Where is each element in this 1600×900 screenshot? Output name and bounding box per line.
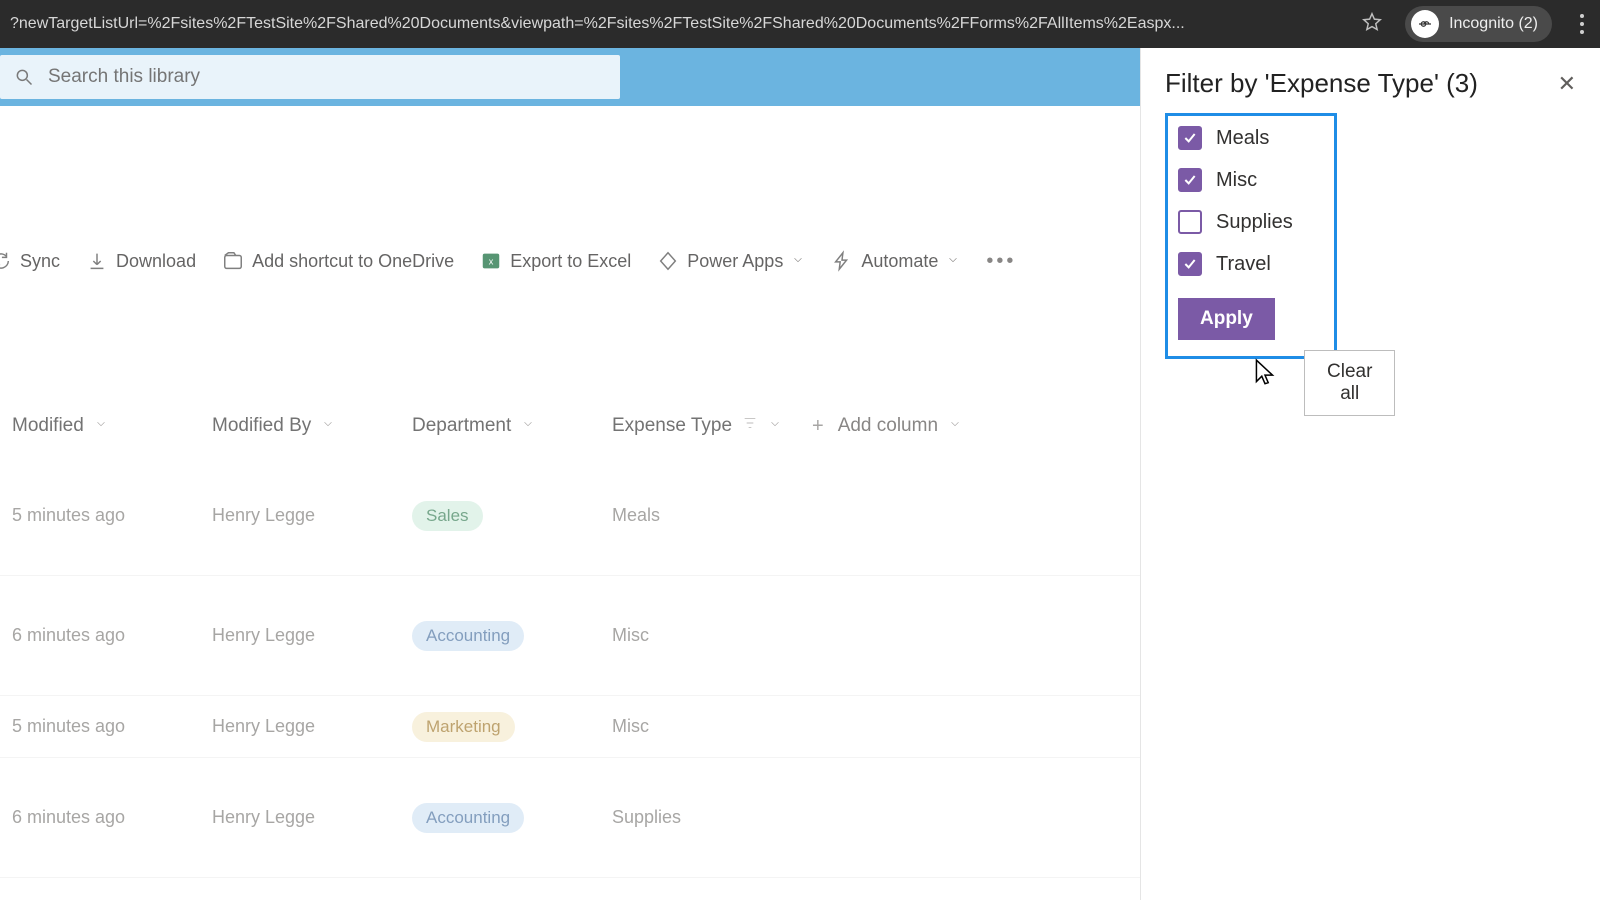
chevron-down-icon	[94, 415, 108, 437]
filter-option-label: Meals	[1216, 127, 1269, 150]
checkbox[interactable]	[1178, 252, 1202, 276]
table-row[interactable]: 6 minutes agoHenry LeggeAccountingMisc	[0, 576, 1140, 696]
cmd-export-excel[interactable]: x Export to Excel	[480, 250, 631, 272]
cmd-sync-label: Sync	[20, 251, 60, 272]
incognito-icon	[1411, 10, 1439, 38]
filter-panel: Filter by 'Expense Type' (3) ✕ Meals Misc…	[1140, 48, 1600, 900]
chevron-down-icon	[946, 251, 960, 272]
cmd-sync[interactable]: Sync	[0, 250, 60, 272]
cmd-add-shortcut[interactable]: Add shortcut to OneDrive	[222, 250, 454, 272]
command-bar: Sync Download Add shortcut to OneDrive x…	[0, 236, 1140, 286]
col-modified[interactable]: Modified	[12, 415, 212, 437]
cell-department: Marketing	[412, 712, 612, 742]
col-expense-type[interactable]: Expense Type	[612, 415, 812, 437]
cmd-powerapps-label: Power Apps	[687, 251, 783, 272]
cell-modified-by: Henry Legge	[212, 505, 412, 526]
incognito-label: Incognito (2)	[1449, 15, 1538, 33]
powerapps-icon	[657, 250, 679, 272]
table-row[interactable]: 5 minutes agoHenry LeggeMarketingMisc	[0, 696, 1140, 758]
data-rows: 5 minutes agoHenry LeggeSalesMeals6 minu…	[0, 456, 1140, 878]
col-expense-label: Expense Type	[612, 415, 732, 437]
cell-modified: 6 minutes ago	[12, 807, 212, 828]
filter-option-label: Supplies	[1216, 211, 1293, 234]
plus-icon: +	[812, 415, 824, 438]
filter-option-meals[interactable]: Meals	[1178, 126, 1324, 150]
filter-option-label: Travel	[1216, 253, 1271, 276]
automate-icon	[831, 250, 853, 272]
filter-option-label: Misc	[1216, 169, 1257, 192]
cell-department: Accounting	[412, 621, 612, 651]
bookmark-star-icon[interactable]	[1361, 11, 1383, 37]
checkbox[interactable]	[1178, 126, 1202, 150]
cursor-icon	[1252, 358, 1278, 388]
close-icon[interactable]: ✕	[1558, 71, 1576, 97]
cell-expense-type: Misc	[612, 716, 832, 737]
cell-modified-by: Henry Legge	[212, 807, 412, 828]
filter-panel-title: Filter by 'Expense Type' (3)	[1165, 68, 1478, 99]
apply-button[interactable]: Apply	[1178, 298, 1275, 340]
checkbox[interactable]	[1178, 168, 1202, 192]
col-department[interactable]: Department	[412, 415, 612, 437]
cmd-automate[interactable]: Automate	[831, 250, 960, 272]
col-department-label: Department	[412, 415, 511, 437]
cell-modified: 5 minutes ago	[12, 716, 212, 737]
chevron-down-icon	[791, 251, 805, 272]
chevron-down-icon	[321, 415, 335, 437]
col-modified-by[interactable]: Modified By	[212, 415, 412, 437]
filter-applied-icon	[742, 415, 758, 437]
main-content: Sync Download Add shortcut to OneDrive x…	[0, 106, 1140, 900]
filter-option-supplies[interactable]: Supplies	[1178, 210, 1324, 234]
cell-modified-by: Henry Legge	[212, 716, 412, 737]
filter-highlight: MealsMiscSuppliesTravel Apply Clear all	[1165, 113, 1337, 359]
cell-expense-type: Misc	[612, 625, 832, 646]
incognito-badge[interactable]: Incognito (2)	[1405, 6, 1552, 42]
cmd-download[interactable]: Download	[86, 250, 196, 272]
clear-all-button[interactable]: Clear all	[1304, 350, 1395, 416]
cmd-more[interactable]: •••	[986, 250, 1016, 273]
more-icon: •••	[986, 250, 1016, 273]
cell-department: Accounting	[412, 803, 612, 833]
table-row[interactable]: 5 minutes agoHenry LeggeSalesMeals	[0, 456, 1140, 576]
cell-expense-type: Meals	[612, 505, 832, 526]
search-input[interactable]	[48, 66, 606, 88]
cmd-shortcut-label: Add shortcut to OneDrive	[252, 251, 454, 272]
excel-icon: x	[480, 250, 502, 272]
search-icon	[14, 67, 34, 87]
chevron-down-icon	[948, 415, 962, 437]
download-icon	[86, 250, 108, 272]
column-headers: Modified Modified By Department Expense …	[0, 396, 1140, 456]
filter-option-travel[interactable]: Travel	[1178, 252, 1324, 276]
checkbox[interactable]	[1178, 210, 1202, 234]
table-row[interactable]: 6 minutes agoHenry LeggeAccountingSuppli…	[0, 758, 1140, 878]
chevron-down-icon	[521, 415, 535, 437]
library-search[interactable]	[0, 55, 620, 99]
col-modifiedby-label: Modified By	[212, 415, 311, 437]
cmd-download-label: Download	[116, 251, 196, 272]
sync-icon	[0, 250, 12, 272]
cmd-export-label: Export to Excel	[510, 251, 631, 272]
cell-modified-by: Henry Legge	[212, 625, 412, 646]
address-bar-text: ?newTargetListUrl=%2Fsites%2FTestSite%2F…	[10, 15, 1341, 33]
col-add-column[interactable]: + Add column	[812, 415, 1012, 438]
cmd-power-apps[interactable]: Power Apps	[657, 250, 805, 272]
browser-menu-icon[interactable]	[1574, 8, 1590, 40]
cell-department: Sales	[412, 501, 612, 531]
chevron-down-icon	[768, 415, 782, 437]
cmd-automate-label: Automate	[861, 251, 938, 272]
col-modified-label: Modified	[12, 415, 84, 437]
cell-expense-type: Supplies	[612, 807, 832, 828]
cell-modified: 5 minutes ago	[12, 505, 212, 526]
col-add-label: Add column	[838, 415, 938, 437]
filter-option-misc[interactable]: Misc	[1178, 168, 1324, 192]
browser-chrome: ?newTargetListUrl=%2Fsites%2FTestSite%2F…	[0, 0, 1600, 48]
svg-text:x: x	[489, 257, 494, 267]
onedrive-shortcut-icon	[222, 250, 244, 272]
cell-modified: 6 minutes ago	[12, 625, 212, 646]
